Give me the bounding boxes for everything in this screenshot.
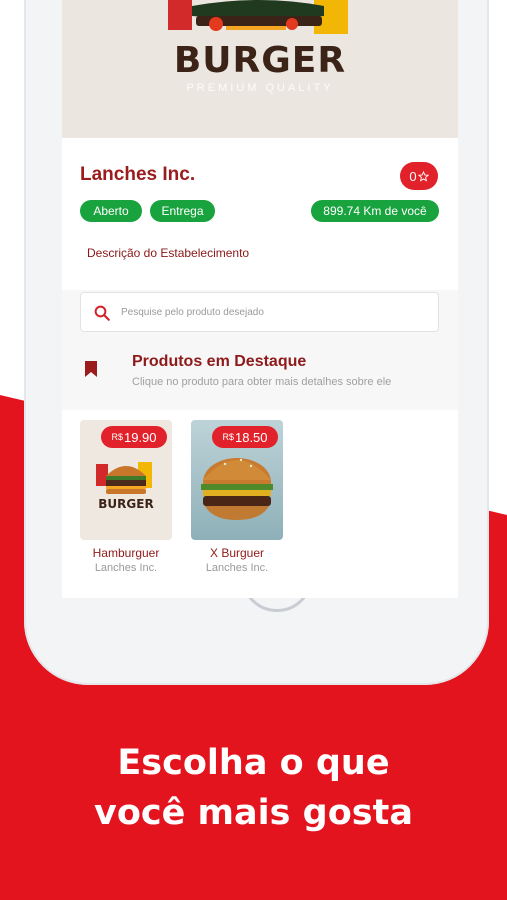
rating-badge[interactable]: 0 bbox=[400, 162, 438, 190]
price-value: 18.50 bbox=[234, 429, 268, 445]
store-banner: BURGER PREMIUM QUALITY bbox=[62, 0, 458, 138]
product-list: BURGER R$ 19.90 Hamburguer Lanches Inc. bbox=[62, 410, 458, 598]
price-badge: R$ 18.50 bbox=[212, 426, 278, 448]
search-input[interactable] bbox=[121, 293, 431, 331]
promo-line-2: você mais gosta bbox=[94, 793, 413, 833]
banner-tagline: PREMIUM QUALITY bbox=[186, 82, 334, 94]
store-name: Lanches Inc. bbox=[80, 164, 196, 185]
star-icon bbox=[417, 170, 429, 182]
featured-title: Produtos em Destaque bbox=[132, 353, 307, 370]
promo-line-1: Escolha o que bbox=[117, 743, 390, 783]
bookmark-icon bbox=[85, 361, 97, 377]
promo-headline: Escolha o que você mais gosta bbox=[0, 738, 507, 838]
product-name: X Burguer bbox=[209, 546, 265, 560]
rating-value: 0 bbox=[409, 168, 417, 184]
status-badge-delivery: Entrega bbox=[150, 200, 215, 222]
store-info: Lanches Inc. 0 Aberto Entrega 899.74 Km … bbox=[62, 138, 458, 290]
search-icon bbox=[94, 305, 110, 321]
store-description-link[interactable]: Descrição do Estabelecimento bbox=[87, 246, 249, 260]
price-currency: R$ bbox=[111, 432, 123, 442]
product-card[interactable]: R$ 18.50 X Burguer Lanches Inc. bbox=[191, 420, 283, 574]
price-value: 19.90 bbox=[123, 429, 157, 445]
banner-brand: BURGER bbox=[173, 40, 347, 81]
product-name: Hamburguer bbox=[92, 546, 160, 560]
price-currency: R$ bbox=[222, 432, 234, 442]
featured-subtitle: Clique no produto para obter mais detalh… bbox=[132, 376, 392, 388]
status-badge-open: Aberto bbox=[80, 200, 142, 222]
price-badge: R$ 19.90 bbox=[101, 426, 167, 448]
product-image: R$ 18.50 bbox=[191, 420, 283, 540]
distance-badge: 899.74 Km de você bbox=[311, 200, 439, 222]
product-store: Lanches Inc. bbox=[94, 562, 158, 574]
product-image: BURGER R$ 19.90 bbox=[80, 420, 172, 540]
app-screen: BURGER PREMIUM QUALITY Lanches Inc. 0 Ab… bbox=[62, 0, 458, 598]
search-bar[interactable] bbox=[80, 292, 439, 332]
product-store: Lanches Inc. bbox=[205, 562, 269, 574]
product-card[interactable]: BURGER R$ 19.90 Hamburguer Lanches Inc. bbox=[80, 420, 172, 574]
product-image-text: BURGER bbox=[98, 497, 153, 511]
